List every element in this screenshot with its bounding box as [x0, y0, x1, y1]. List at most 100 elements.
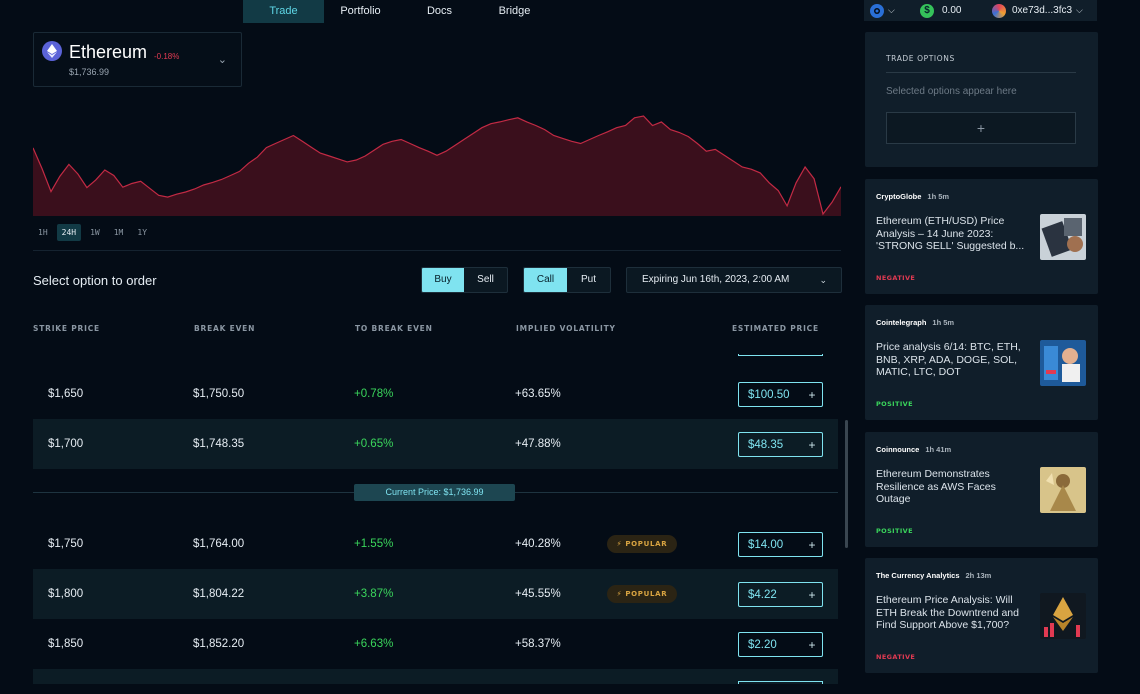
tab-bridge[interactable]: Bridge	[482, 0, 547, 23]
range-1m[interactable]: 1M	[109, 224, 129, 241]
asset-change: -0.18%	[154, 52, 180, 61]
put-button[interactable]: Put	[567, 268, 610, 292]
estimated-price: $48.35	[748, 438, 784, 451]
plus-icon: +	[808, 437, 816, 452]
dollar-icon: $	[920, 3, 934, 18]
wallet-address: 0xe73d...3fc3	[1012, 5, 1073, 16]
divider	[33, 250, 841, 251]
chevron-down-icon: ⌵	[1076, 5, 1083, 15]
plus-icon: +	[808, 637, 816, 652]
news-source: Coinnounce	[876, 445, 920, 454]
buy-button[interactable]: Buy	[422, 268, 464, 292]
estimated-price-button[interactable]: $14.00 +	[738, 532, 823, 557]
implied-volatility: +47.88%	[515, 438, 561, 450]
news-time: 1h 5m	[927, 192, 950, 201]
avatar	[992, 3, 1006, 18]
table-row[interactable]: $1,750 $1,764.00 +1.55% +40.28% ⚡ POPULA…	[33, 519, 838, 569]
price-chart	[33, 115, 841, 216]
to-break-even: +0.78%	[354, 388, 394, 400]
news-sentiment: NEGATIVE	[876, 274, 916, 282]
partial-price-button[interactable]	[738, 354, 823, 356]
header-break-even: BREAK EVEN	[194, 324, 256, 333]
estimated-price: $4.22	[748, 588, 777, 601]
to-break-even: +3.87%	[354, 588, 394, 600]
news-time: 1h 41m	[925, 445, 952, 454]
news-thumbnail	[1040, 214, 1086, 260]
header-to-break-even: TO BREAK EVEN	[355, 324, 433, 333]
break-even: $1,750.50	[193, 388, 245, 400]
chevron-down-icon: ⌄	[217, 54, 227, 66]
news-time: 1h 5m	[932, 318, 955, 327]
implied-volatility: +40.28%	[515, 538, 561, 550]
account-selector[interactable]: 0xe73d...3fc3 ⌵	[992, 0, 1083, 21]
chevron-down-icon: ⌄	[819, 275, 827, 285]
news-source: CryptoGlobe	[876, 192, 922, 201]
estimated-price-button[interactable]: $4.22 +	[738, 582, 823, 607]
estimated-price-button[interactable]: $2.20 +	[738, 632, 823, 657]
expiry-value: Expiring Jun 16th, 2023, 2:00 AM	[642, 274, 790, 285]
implied-volatility: +45.55%	[515, 588, 561, 600]
partial-price-button[interactable]	[738, 681, 823, 684]
news-card[interactable]: Coinnounce 1h 41m Ethereum Demonstrates R…	[865, 432, 1098, 547]
add-option-button[interactable]: +	[886, 112, 1076, 144]
tab-trade[interactable]: Trade	[243, 0, 324, 23]
table-row[interactable]: $1,700 $1,748.35 +0.65% +47.88% $48.35 +	[33, 419, 838, 469]
estimated-price: $2.20	[748, 638, 777, 651]
news-title: Ethereum Price Analysis: Will ETH Break …	[876, 594, 1019, 631]
table-scrollbar[interactable]	[845, 420, 848, 548]
plus-icon: +	[808, 387, 816, 402]
break-even: $1,764.00	[193, 538, 245, 550]
implied-volatility: +58.37%	[515, 638, 561, 650]
strike-price: $1,850	[48, 638, 84, 650]
strike-price: $1,750	[48, 538, 84, 550]
call-button[interactable]: Call	[524, 268, 567, 292]
news-thumbnail	[1040, 593, 1086, 639]
to-break-even: +0.65%	[354, 438, 394, 450]
header-estimated-price: ESTIMATED PRICE	[732, 324, 819, 333]
estimated-price-button[interactable]: $48.35 +	[738, 432, 823, 457]
table-row[interactable]: $1,800 $1,804.22 +3.87% +45.55% ⚡ POPULA…	[33, 569, 838, 619]
to-break-even: +6.63%	[354, 638, 394, 650]
break-even: $1,852.20	[193, 638, 245, 650]
popular-badge: ⚡ POPULAR	[607, 535, 677, 553]
news-time: 2h 13m	[965, 571, 992, 580]
side-toggle: Buy Sell	[421, 267, 508, 293]
asset-name: Ethereum	[69, 42, 148, 62]
news-thumbnail	[1040, 467, 1086, 513]
sell-button[interactable]: Sell	[464, 268, 507, 292]
table-row[interactable]: $1,650 $1,750.50 +0.78% +63.65% $100.50 …	[33, 369, 838, 419]
range-24h[interactable]: 24H	[56, 224, 82, 241]
news-card[interactable]: The Currency Analytics 2h 13m Ethereum Pr…	[865, 558, 1098, 673]
asset-price: $1,736.99	[69, 67, 110, 77]
news-sentiment: POSITIVE	[876, 400, 913, 408]
current-price-badge: Current Price: $1,736.99	[354, 484, 515, 501]
top-nav: Trade Portfolio Docs Bridge	[243, 0, 547, 23]
balance-display: $ 0.00	[920, 0, 992, 21]
news-title: Ethereum Demonstrates Resilience as AWS …	[876, 468, 996, 505]
table-row[interactable]	[33, 669, 838, 684]
asset-selector[interactable]: Ethereum -0.18% $1,736.99 ⌄	[33, 32, 242, 87]
news-title: Price analysis 6/14: BTC, ETH, BNB, XRP,…	[876, 341, 1021, 378]
range-1h[interactable]: 1H	[33, 224, 53, 241]
break-even: $1,748.35	[193, 438, 245, 450]
table-row[interactable]: $1,850 $1,852.20 +6.63% +58.37% $2.20 +	[33, 619, 838, 669]
news-sentiment: NEGATIVE	[876, 653, 916, 661]
strike-price: $1,650	[48, 388, 84, 400]
header-implied-volatility: IMPLIED VOLATILITY	[516, 324, 616, 333]
news-card[interactable]: CryptoGlobe 1h 5m Ethereum (ETH/USD) Pric…	[865, 179, 1098, 294]
tab-docs[interactable]: Docs	[397, 0, 482, 23]
plus-icon: +	[808, 537, 816, 552]
news-card[interactable]: Cointelegraph 1h 5m Price analysis 6/14: …	[865, 305, 1098, 420]
wallet-bar: ⌵ $ 0.00 0xe73d...3fc3 ⌵	[864, 0, 1097, 21]
news-title: Ethereum (ETH/USD) Price Analysis – 14 J…	[876, 215, 1025, 252]
trade-options-title: TRADE OPTIONS	[886, 54, 955, 63]
range-1w[interactable]: 1W	[85, 224, 105, 241]
network-selector[interactable]: ⌵	[870, 0, 920, 21]
tab-portfolio[interactable]: Portfolio	[324, 0, 397, 23]
ethereum-icon	[42, 41, 62, 61]
network-icon	[870, 3, 884, 18]
expiry-select[interactable]: Expiring Jun 16th, 2023, 2:00 AM ⌄	[626, 267, 842, 293]
estimated-price-button[interactable]: $100.50 +	[738, 382, 823, 407]
strike-price: $1,800	[48, 588, 84, 600]
range-1y[interactable]: 1Y	[132, 224, 152, 241]
